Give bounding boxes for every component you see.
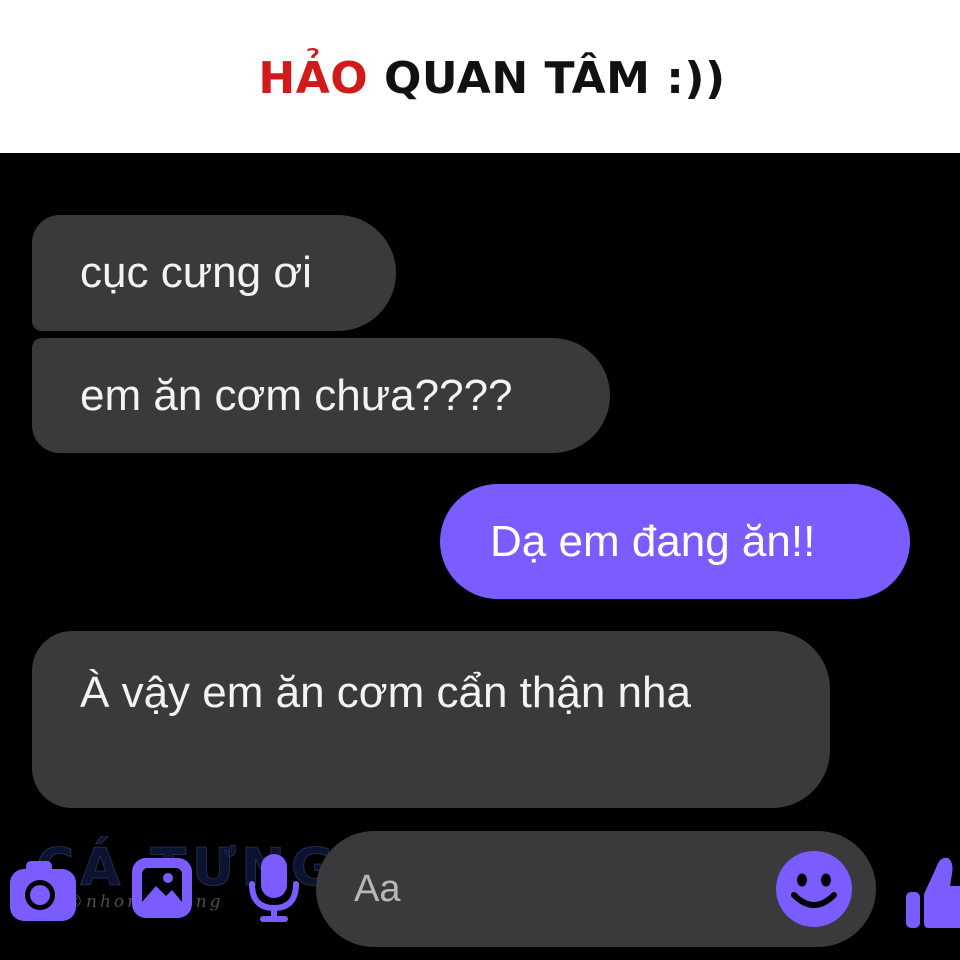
message-text: em ăn cơm chưa???? bbox=[80, 370, 513, 420]
voice-message-button[interactable] bbox=[244, 850, 304, 926]
message-text: cục cưng ơi bbox=[80, 248, 312, 297]
emoji-button[interactable] bbox=[774, 849, 854, 929]
gallery-button[interactable] bbox=[128, 852, 196, 924]
like-button[interactable] bbox=[902, 852, 960, 932]
message-text: À vậy em ăn cơm cẩn thận nha bbox=[80, 668, 691, 717]
incoming-message-bubble[interactable]: À vậy em ăn cơm cẩn thận nha bbox=[32, 631, 830, 808]
camera-icon bbox=[10, 861, 76, 921]
incoming-message-bubble[interactable]: cục cưng ơi bbox=[32, 215, 396, 331]
message-input[interactable] bbox=[354, 861, 754, 917]
incoming-message-bubble[interactable]: em ăn cơm chưa???? bbox=[32, 338, 610, 453]
caption-title: HẢO QUAN TÂM :)) bbox=[258, 53, 725, 104]
caption-title-highlight: HẢO bbox=[258, 53, 369, 104]
camera-button[interactable] bbox=[8, 855, 80, 925]
caption-header: HẢO QUAN TÂM :)) bbox=[0, 0, 960, 153]
image-icon bbox=[132, 858, 192, 918]
outgoing-message-bubble[interactable]: Dạ em đang ăn!! bbox=[440, 484, 910, 599]
message-text: Dạ em đang ăn!! bbox=[490, 516, 816, 566]
screenshot-frame: HẢO QUAN TÂM :)) cục cưng ơi em ăn cơm c… bbox=[0, 0, 960, 960]
emoji-icon bbox=[776, 851, 852, 927]
caption-title-rest: QUAN TÂM :)) bbox=[368, 53, 726, 104]
microphone-icon bbox=[249, 854, 299, 922]
thumbs-up-icon bbox=[906, 857, 960, 928]
message-composer[interactable] bbox=[316, 831, 876, 947]
